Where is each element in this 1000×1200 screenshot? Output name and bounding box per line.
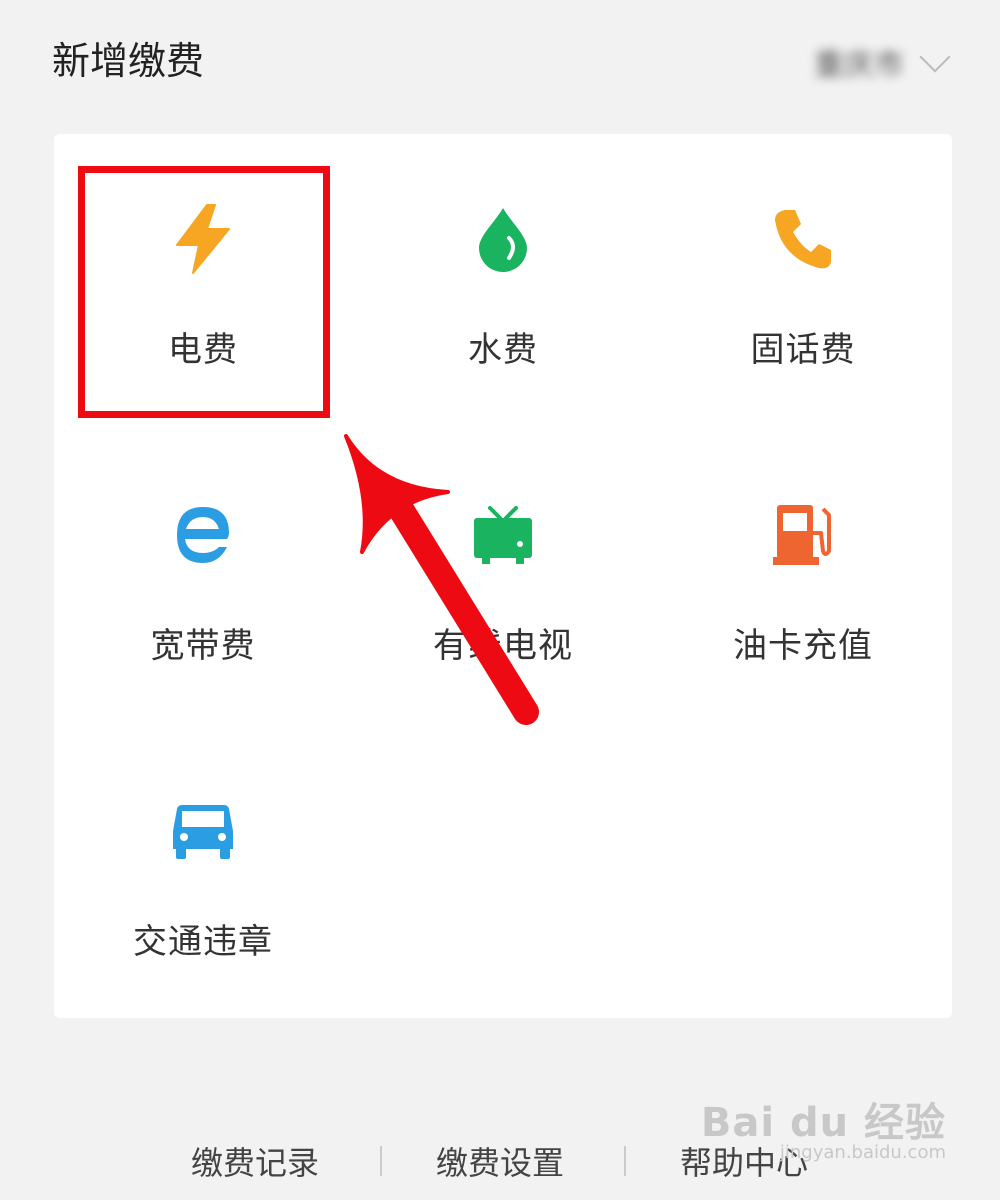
ie-e-icon xyxy=(168,500,238,570)
watermark-brand: Bai du 经验 xyxy=(700,1100,946,1146)
service-label: 油卡充值 xyxy=(733,626,873,666)
city-selector[interactable]: 重庆市 xyxy=(814,40,951,84)
city-name: 重庆市 xyxy=(814,48,904,83)
chevron-down-icon xyxy=(919,41,951,73)
empty-tile xyxy=(654,726,952,1018)
divider xyxy=(380,1146,382,1176)
fuel-pump-icon xyxy=(768,500,838,570)
page-title: 新增缴费 xyxy=(52,39,205,83)
service-label: 有线电视 xyxy=(433,626,573,666)
payment-settings-link[interactable]: 缴费设置 xyxy=(436,1138,564,1184)
payment-records-link[interactable]: 缴费记录 xyxy=(191,1138,319,1184)
baidu-jingyan-watermark: Bai du 经验 jingyan.baidu.com xyxy=(701,1090,946,1163)
divider xyxy=(624,1146,626,1176)
empty-tile xyxy=(354,726,652,1018)
service-label: 宽带费 xyxy=(150,626,256,666)
service-tile-broadband[interactable]: 宽带费 xyxy=(54,430,352,724)
tv-icon xyxy=(468,500,538,570)
service-tile-landline[interactable]: 固话费 xyxy=(654,134,952,428)
service-label: 交通违章 xyxy=(133,922,273,962)
service-label: 水费 xyxy=(468,330,538,370)
water-drop-icon xyxy=(468,204,538,274)
highlight-box xyxy=(78,166,330,418)
service-label: 固话费 xyxy=(750,330,856,370)
phone-icon xyxy=(768,204,838,274)
service-tile-fuel-card[interactable]: 油卡充值 xyxy=(654,430,952,724)
service-tile-water[interactable]: 水费 xyxy=(354,134,652,428)
car-icon xyxy=(168,796,238,866)
service-tile-cable-tv[interactable]: 有线电视 xyxy=(354,430,652,724)
service-tile-traffic-violation[interactable]: 交通违章 xyxy=(54,726,352,1018)
